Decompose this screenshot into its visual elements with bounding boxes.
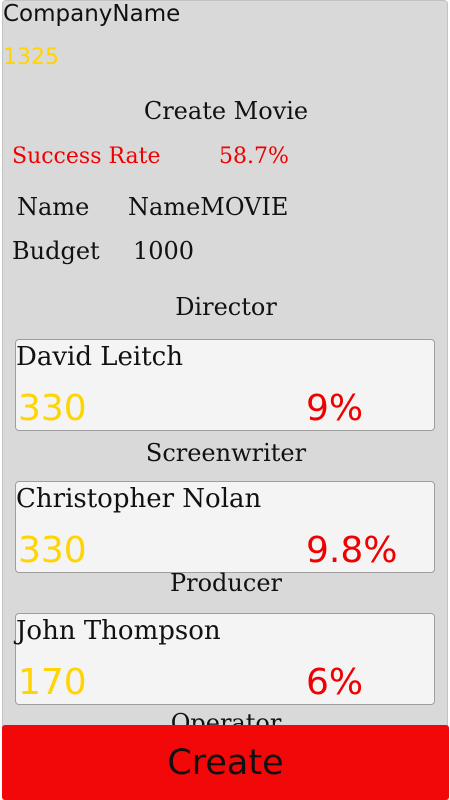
- movie-name-label: Name: [17, 193, 90, 221]
- screen-title: Create Movie: [143, 97, 309, 125]
- crew-name: John Thompson: [16, 616, 221, 646]
- crew-cost: 170: [18, 662, 87, 703]
- crew-rate: 9.8%: [306, 530, 398, 571]
- create-button[interactable]: Create: [2, 725, 449, 800]
- crew-cost: 330: [18, 388, 87, 429]
- crew-name: Christopher Nolan: [16, 484, 262, 514]
- crew-card-producer[interactable]: John Thompson 170 6%: [15, 613, 435, 705]
- section-title-screenwriter: Screenwriter: [145, 439, 307, 467]
- movie-name-value[interactable]: NameMOVIE: [128, 193, 288, 221]
- budget-label: Budget: [12, 237, 100, 265]
- success-rate-value: 58.7%: [219, 144, 289, 169]
- success-rate-label: Success Rate: [12, 144, 161, 169]
- crew-card-screenwriter[interactable]: Christopher Nolan 330 9.8%: [15, 481, 435, 573]
- crew-cost: 330: [18, 530, 87, 571]
- budget-value[interactable]: 1000: [133, 237, 194, 265]
- company-money: 1325: [3, 45, 59, 70]
- company-name: CompanyName: [3, 1, 181, 27]
- section-title-producer: Producer: [169, 569, 282, 597]
- crew-card-director[interactable]: David Leitch 330 9%: [15, 339, 435, 431]
- crew-name: David Leitch: [16, 342, 183, 372]
- crew-rate: 9%: [306, 388, 364, 429]
- crew-rate: 6%: [306, 662, 364, 703]
- section-title-director: Director: [175, 293, 277, 321]
- create-movie-panel: CompanyName 1325 Create Movie Success Ra…: [2, 0, 448, 800]
